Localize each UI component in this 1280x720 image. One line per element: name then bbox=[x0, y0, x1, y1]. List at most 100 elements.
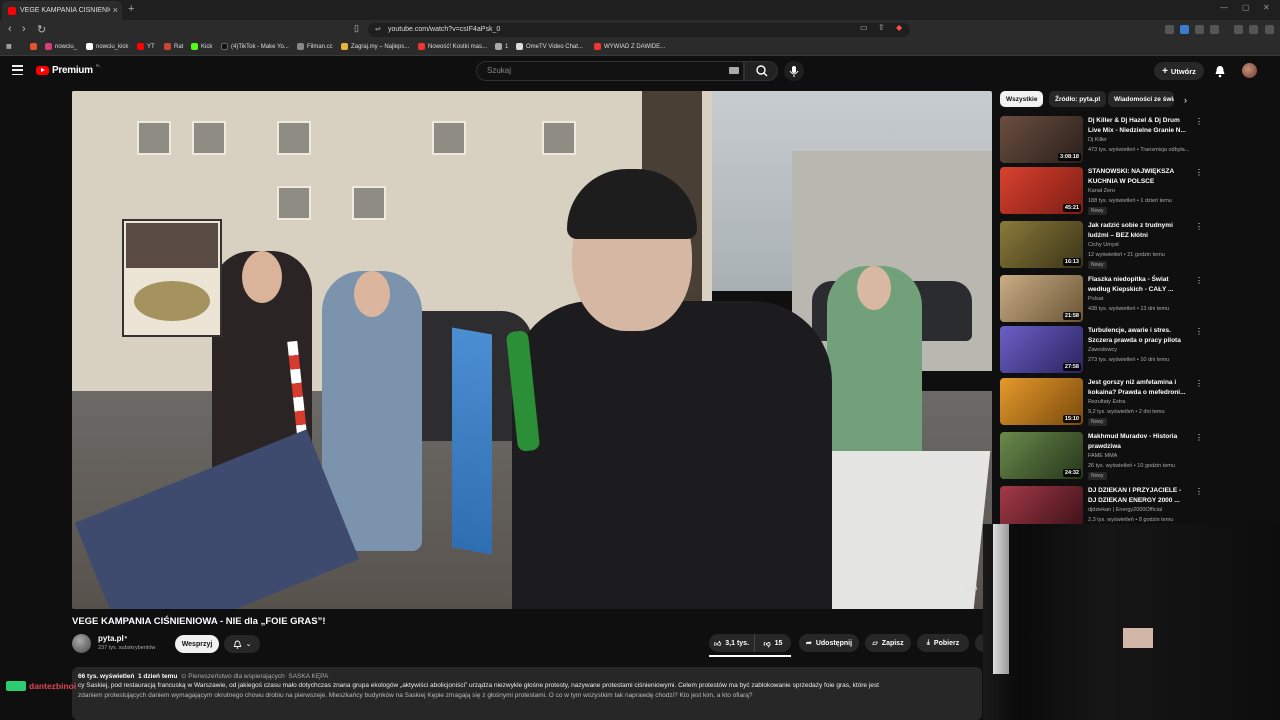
recommended-video[interactable]: 15:10 Jest gorszy niż amfetamina i kokai… bbox=[1000, 378, 1203, 427]
like-button[interactable]: 👍︎ 3,1 tys. bbox=[709, 634, 754, 652]
media-icon[interactable] bbox=[1234, 25, 1243, 34]
chip-news[interactable]: Wiadomości ze świata bbox=[1108, 91, 1174, 107]
reload-icon[interactable]: ↻ bbox=[37, 23, 46, 36]
voice-search-button[interactable] bbox=[784, 61, 804, 81]
recommended-title[interactable]: DJ DZIEKAN I PRZYJACIELE - DJ DZIEKAN EN… bbox=[1088, 486, 1188, 505]
site-info-icon[interactable]: ⇌ bbox=[375, 23, 381, 37]
more-options-icon[interactable]: ⋮ bbox=[1195, 327, 1203, 336]
recommended-video[interactable]: 21:58 Flaszka niedopitka - Świat według … bbox=[1000, 275, 1203, 324]
create-button[interactable]: + Utwórz bbox=[1154, 62, 1204, 80]
recommended-video[interactable]: 24:32 Makhmud Muradov - Historia prawdzi… bbox=[1000, 432, 1203, 481]
recommended-channel[interactable]: Kanał Zero bbox=[1088, 188, 1115, 194]
notifications-bell-icon[interactable] bbox=[1213, 64, 1227, 78]
bookmark-icon[interactable]: ▯ bbox=[354, 23, 359, 34]
bookmark-item[interactable]: Filman.cc bbox=[297, 43, 333, 50]
recommended-channel[interactable]: FAME MMA bbox=[1088, 453, 1117, 459]
url-field[interactable]: ⇌ youtube.com/watch?v=csIF4aPsk_0 bbox=[368, 23, 910, 37]
recommended-title[interactable]: STANOWSKI: NAJWIĘKSZA KUCHNIA W POLSCE bbox=[1088, 167, 1188, 186]
bookmark-item[interactable]: nowciu_kick bbox=[86, 43, 128, 50]
bookmark-item[interactable]: 1 bbox=[495, 43, 508, 50]
support-button[interactable]: Wesprzyj bbox=[175, 635, 219, 653]
keyboard-icon[interactable] bbox=[729, 67, 739, 74]
more-options-icon[interactable]: ⋮ bbox=[1195, 487, 1203, 496]
share-button[interactable]: ➦ Udostępnij bbox=[799, 634, 859, 652]
extension-icon[interactable] bbox=[1195, 25, 1204, 34]
menu-icon[interactable] bbox=[12, 65, 23, 75]
more-options-icon[interactable]: ⋮ bbox=[1195, 379, 1203, 388]
extension-icon[interactable] bbox=[1180, 25, 1189, 34]
close-window-icon[interactable]: ✕ bbox=[1263, 3, 1270, 12]
browser-tab[interactable]: VEGE KAMPANIA CIŚNIENIOWA × bbox=[2, 1, 122, 20]
chevron-right-icon[interactable]: › bbox=[1184, 95, 1187, 105]
recommended-channel[interactable]: Zawodowcy bbox=[1088, 347, 1117, 353]
recommended-title[interactable]: Flaszka niedopitka - Świat według Kiepsk… bbox=[1088, 275, 1188, 294]
maximize-icon[interactable]: ▢ bbox=[1242, 3, 1250, 12]
bookmark-item[interactable]: Zagraj.my – Najleps... bbox=[341, 43, 409, 50]
extension-icon[interactable] bbox=[1249, 25, 1258, 34]
recommended-channel[interactable]: djdziekan | Energy2000Official bbox=[1088, 507, 1162, 513]
recommended-title[interactable]: Turbulencje, awarie i stres. Szczera pra… bbox=[1088, 326, 1188, 345]
bookmark-item[interactable]: OmeTV Video Chat... bbox=[516, 43, 583, 50]
account-avatar[interactable] bbox=[1242, 63, 1257, 78]
video-thumbnail[interactable]: 16:13 bbox=[1000, 221, 1083, 268]
channel-watermark[interactable]: pyta bbox=[964, 585, 977, 592]
youtube-logo[interactable]: Premium PL bbox=[36, 63, 101, 76]
extension-icon[interactable] bbox=[1210, 25, 1219, 34]
more-options-icon[interactable]: ⋮ bbox=[1195, 222, 1203, 231]
video-thumbnail[interactable]: 24:32 bbox=[1000, 432, 1083, 479]
menu-icon[interactable] bbox=[1265, 25, 1274, 34]
bookmark-item[interactable]: (4)TikTok - Make Yo... bbox=[221, 43, 289, 50]
more-options-icon[interactable]: ⋮ bbox=[1195, 276, 1203, 285]
video-thumbnail[interactable]: 27:58 bbox=[1000, 326, 1083, 373]
back-icon[interactable]: ‹ bbox=[8, 23, 12, 35]
forward-icon[interactable]: › bbox=[22, 23, 26, 35]
cast-icon[interactable]: ▭ bbox=[860, 23, 868, 32]
new-tab-icon[interactable]: + bbox=[128, 3, 134, 15]
video-thumbnail[interactable]: 3:08:18 bbox=[1000, 116, 1083, 163]
more-options-icon[interactable]: ⋮ bbox=[1195, 433, 1203, 442]
close-tab-icon[interactable]: × bbox=[113, 5, 118, 15]
channel-name[interactable]: pyta.pl bbox=[98, 634, 124, 643]
recommended-title[interactable]: Jest gorszy niż amfetamina i kokaina? Pr… bbox=[1088, 378, 1188, 397]
recommended-title[interactable]: Jak radzić sobie z trudnymi ludźmi – BEZ… bbox=[1088, 221, 1188, 240]
video-thumbnail[interactable]: 45:21 bbox=[1000, 167, 1083, 214]
minimize-icon[interactable]: — bbox=[1220, 3, 1228, 12]
video-thumbnail[interactable]: 15:10 bbox=[1000, 378, 1083, 425]
subscription-notifications-button[interactable]: ⌄ bbox=[224, 635, 260, 653]
recommended-video[interactable]: 3:08:18 Dj Killer & Dj Hazel & Dj Drum L… bbox=[1000, 116, 1203, 165]
recommended-title[interactable]: Makhmud Muradov - Historia prawdziwa bbox=[1088, 432, 1188, 451]
bookmark-item[interactable]: Kick bbox=[191, 43, 212, 50]
apps-icon[interactable]: ▦ bbox=[6, 43, 12, 50]
save-button[interactable]: ▱ Zapisz bbox=[865, 634, 911, 652]
recommended-channel[interactable]: Cichy Umysł bbox=[1088, 242, 1119, 248]
video-thumbnail[interactable]: 21:58 bbox=[1000, 275, 1083, 322]
dislike-button[interactable]: 👎︎ 15 bbox=[754, 634, 791, 652]
recommended-video[interactable]: 27:58 Turbulencje, awarie i stres. Szcze… bbox=[1000, 326, 1203, 375]
recommended-channel[interactable]: Dj Killer bbox=[1088, 137, 1107, 143]
bookmark-item[interactable]: WYWIAD Z DAWIDE... bbox=[594, 43, 665, 50]
recommended-channel[interactable]: Polsat bbox=[1088, 296, 1103, 302]
channel-avatar[interactable] bbox=[72, 634, 91, 653]
bookmark-item[interactable]: nowciu_ bbox=[45, 43, 77, 50]
recommended-video[interactable]: 16:13 Jak radzić sobie z trudnymi ludźmi… bbox=[1000, 221, 1203, 270]
bookmark-item[interactable] bbox=[30, 43, 37, 50]
search-input[interactable]: Szukaj bbox=[476, 61, 744, 81]
search-button[interactable] bbox=[744, 61, 778, 81]
more-options-icon[interactable]: ⋮ bbox=[1195, 168, 1203, 177]
recommended-title[interactable]: Dj Killer & Dj Hazel & Dj Drum Live Mix … bbox=[1088, 116, 1188, 135]
brave-shield-icon[interactable]: ◆ bbox=[896, 23, 902, 32]
extension-icon[interactable] bbox=[1165, 25, 1174, 34]
bookmark-item[interactable]: Rat bbox=[164, 43, 183, 50]
more-options-icon[interactable]: ⋮ bbox=[1195, 117, 1203, 126]
download-button[interactable]: ⤓ Pobierz bbox=[917, 634, 969, 652]
recommended-channel[interactable]: Rezultaty Extra bbox=[1088, 399, 1125, 405]
share-page-icon[interactable]: ⇪ bbox=[878, 23, 885, 32]
chip-source[interactable]: Źródło: pyta.pl bbox=[1049, 91, 1107, 107]
video-player[interactable]: pyta bbox=[72, 91, 992, 609]
chip-all[interactable]: Wszystkie bbox=[1000, 91, 1044, 107]
location-tag[interactable]: SASKA KĘPA bbox=[288, 673, 328, 680]
bookmark-item[interactable]: Nowość! Kostki mas... bbox=[418, 43, 487, 50]
recommended-video[interactable]: 45:21 STANOWSKI: NAJWIĘKSZA KUCHNIA W PO… bbox=[1000, 167, 1203, 216]
bookmark-item[interactable]: YT bbox=[137, 43, 155, 50]
description-box[interactable]: 66 tys. wyświetleń 1 dzień temu ⊙ Pierws… bbox=[72, 667, 982, 720]
